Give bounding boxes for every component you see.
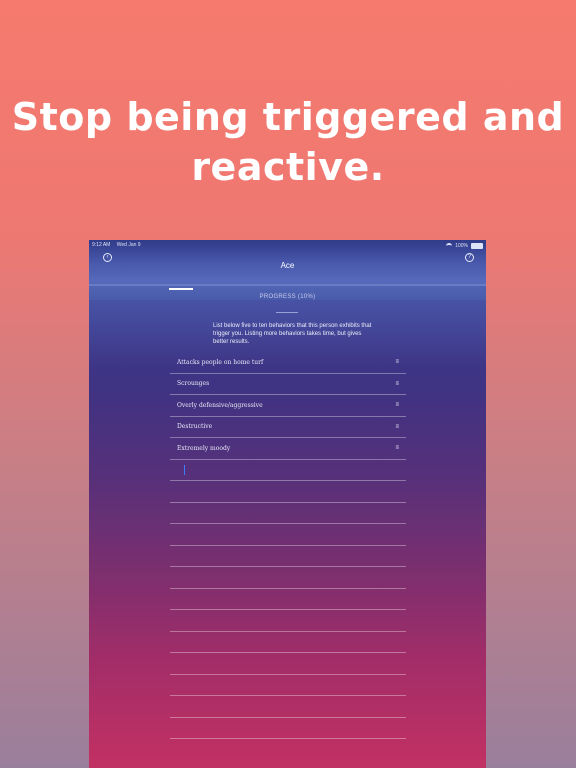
nav-title: Ace	[280, 261, 295, 270]
headline-line-1: Stop being triggered and	[11, 95, 565, 139]
list-item[interactable]: Attacks people on home turf ≡	[170, 352, 406, 374]
status-time: 9:12 AM	[92, 242, 111, 248]
behaviors-list: Attacks people on home turf ≡ Scrounges …	[170, 352, 406, 739]
instructions-text: List below five to ten behaviors that th…	[213, 323, 372, 345]
status-right: 100%	[446, 242, 483, 250]
battery-percent: 100%	[455, 243, 468, 249]
help-button[interactable]: ?	[465, 253, 474, 262]
progress-divider	[276, 312, 298, 313]
behavior-input-row[interactable]	[170, 460, 406, 481]
drag-handle-icon[interactable]: ≡	[395, 359, 399, 365]
drag-handle-icon[interactable]: ≡	[395, 402, 399, 408]
text-cursor	[184, 464, 185, 475]
empty-list-row[interactable]	[170, 632, 406, 653]
behavior-text: Extremely moody	[177, 444, 231, 452]
empty-list-row[interactable]	[170, 589, 406, 610]
back-chevron-icon: ‹	[106, 254, 109, 260]
drag-handle-icon[interactable]: ≡	[395, 424, 399, 430]
behavior-text: Overly defensive/aggressive	[177, 401, 263, 409]
empty-list-row[interactable]	[170, 718, 406, 739]
status-date: Wed Jan 9	[116, 242, 141, 248]
list-item[interactable]: Scrounges ≡	[170, 374, 406, 395]
list-item[interactable]: Destructive ≡	[170, 417, 406, 438]
device-screen: 9:12 AM Wed Jan 9 100% ‹ Ace ? PROGRESS …	[89, 240, 486, 768]
marketing-headline: Stop being triggered and reactive.	[0, 92, 576, 192]
drag-handle-icon[interactable]: ≡	[395, 445, 399, 451]
headline-line-2: reactive.	[191, 145, 385, 189]
empty-list-row[interactable]	[170, 675, 406, 696]
help-icon: ?	[467, 254, 472, 260]
list-item[interactable]: Overly defensive/aggressive ≡	[170, 395, 406, 417]
empty-list-row[interactable]	[170, 653, 406, 675]
progress-indicator-bar	[169, 288, 193, 290]
empty-list-row[interactable]	[170, 524, 406, 546]
empty-list-row[interactable]	[170, 567, 406, 589]
empty-list-row[interactable]	[170, 481, 406, 503]
empty-list-row[interactable]	[170, 696, 406, 718]
behavior-text: Scrounges	[177, 380, 210, 388]
battery-icon	[471, 243, 483, 249]
status-bar: 9:12 AM Wed Jan 9 100%	[92, 242, 483, 250]
empty-list-row[interactable]	[170, 546, 406, 567]
wifi-icon	[446, 243, 453, 249]
list-item[interactable]: Extremely moody ≡	[170, 438, 406, 460]
progress-label: PROGRESS (10%)	[259, 294, 316, 300]
drag-handle-icon[interactable]: ≡	[395, 381, 399, 387]
status-left: 9:12 AM Wed Jan 9	[92, 242, 146, 250]
behavior-text: Attacks people on home turf	[177, 358, 264, 366]
empty-list-row[interactable]	[170, 503, 406, 524]
behavior-text: Destructive	[177, 423, 213, 431]
empty-list-row[interactable]	[170, 610, 406, 632]
